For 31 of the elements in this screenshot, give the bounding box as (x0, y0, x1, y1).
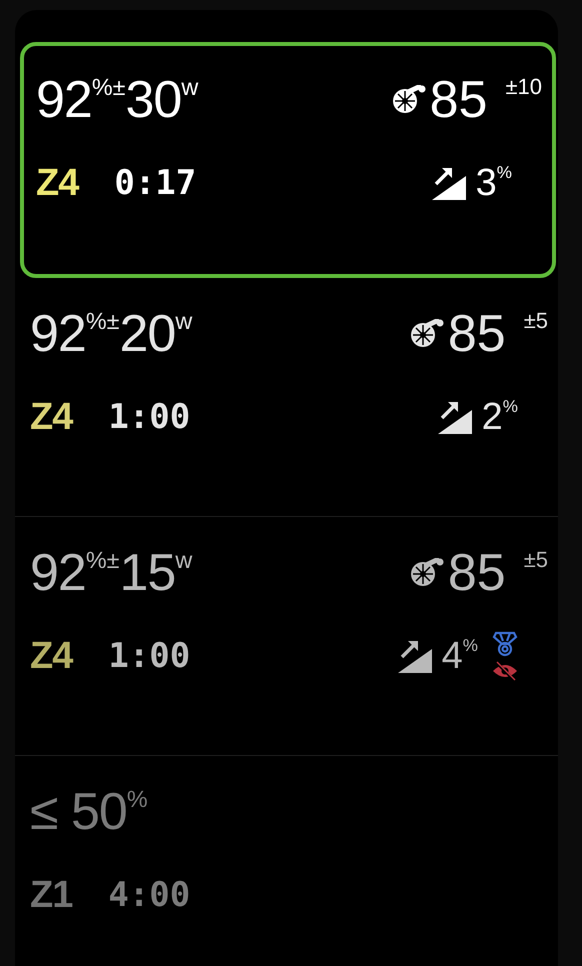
zone-label: Z4 (36, 162, 78, 204)
interval-row[interactable]: ≤ 50$^{%}$ Z1 4:00 (15, 756, 558, 966)
interval-row[interactable]: 92$^{%}$$^{±}$15$^{w}$ 85 ±5 Z4 1:00 4$^{%}$ (15, 517, 558, 756)
crankset-icon (410, 319, 444, 349)
cadence-tolerance: ±5 (524, 308, 548, 334)
grade-value: 2$^{%}$ (482, 396, 518, 438)
cadence-tolerance: ±10 (505, 74, 542, 100)
power-target: 92$^{%}$$^{±}$20$^{w}$ (30, 304, 192, 364)
cadence-tolerance: ±5 (524, 547, 548, 573)
interval-row[interactable]: 92$^{%}$$^{±}$30$^{w}$ 85 ±10 Z4 0:17 3$^{%}$ (20, 42, 556, 278)
grade-value: 4$^{%}$ (442, 634, 478, 678)
duration: 0:17 (114, 163, 196, 203)
zone-label: Z4 (30, 634, 72, 678)
duration: 4:00 (108, 875, 190, 915)
crankset-icon (392, 85, 426, 115)
power-target: ≤ 50$^{%}$ (30, 782, 148, 842)
zone-label: Z4 (30, 396, 72, 438)
duration: 1:00 (108, 397, 190, 437)
cadence-target: 85 (448, 304, 506, 364)
cadence-target: 85 (448, 543, 506, 603)
cadence-target: 85 (430, 70, 488, 130)
power-target: 92$^{%}$$^{±}$30$^{w}$ (36, 70, 198, 130)
incline-icon (398, 639, 434, 673)
crankset-icon (410, 558, 444, 588)
incline-icon (438, 400, 474, 434)
grade-value: 3$^{%}$ (476, 162, 512, 204)
duration: 1:00 (108, 636, 190, 676)
interval-row[interactable]: 92$^{%}$$^{±}$20$^{w}$ 85 ±5 Z4 1:00 2$^{%}$ (15, 278, 558, 517)
zone-label: Z1 (30, 874, 72, 916)
incline-icon (432, 166, 468, 200)
power-target: 92$^{%}$$^{±}$15$^{w}$ (30, 543, 192, 603)
